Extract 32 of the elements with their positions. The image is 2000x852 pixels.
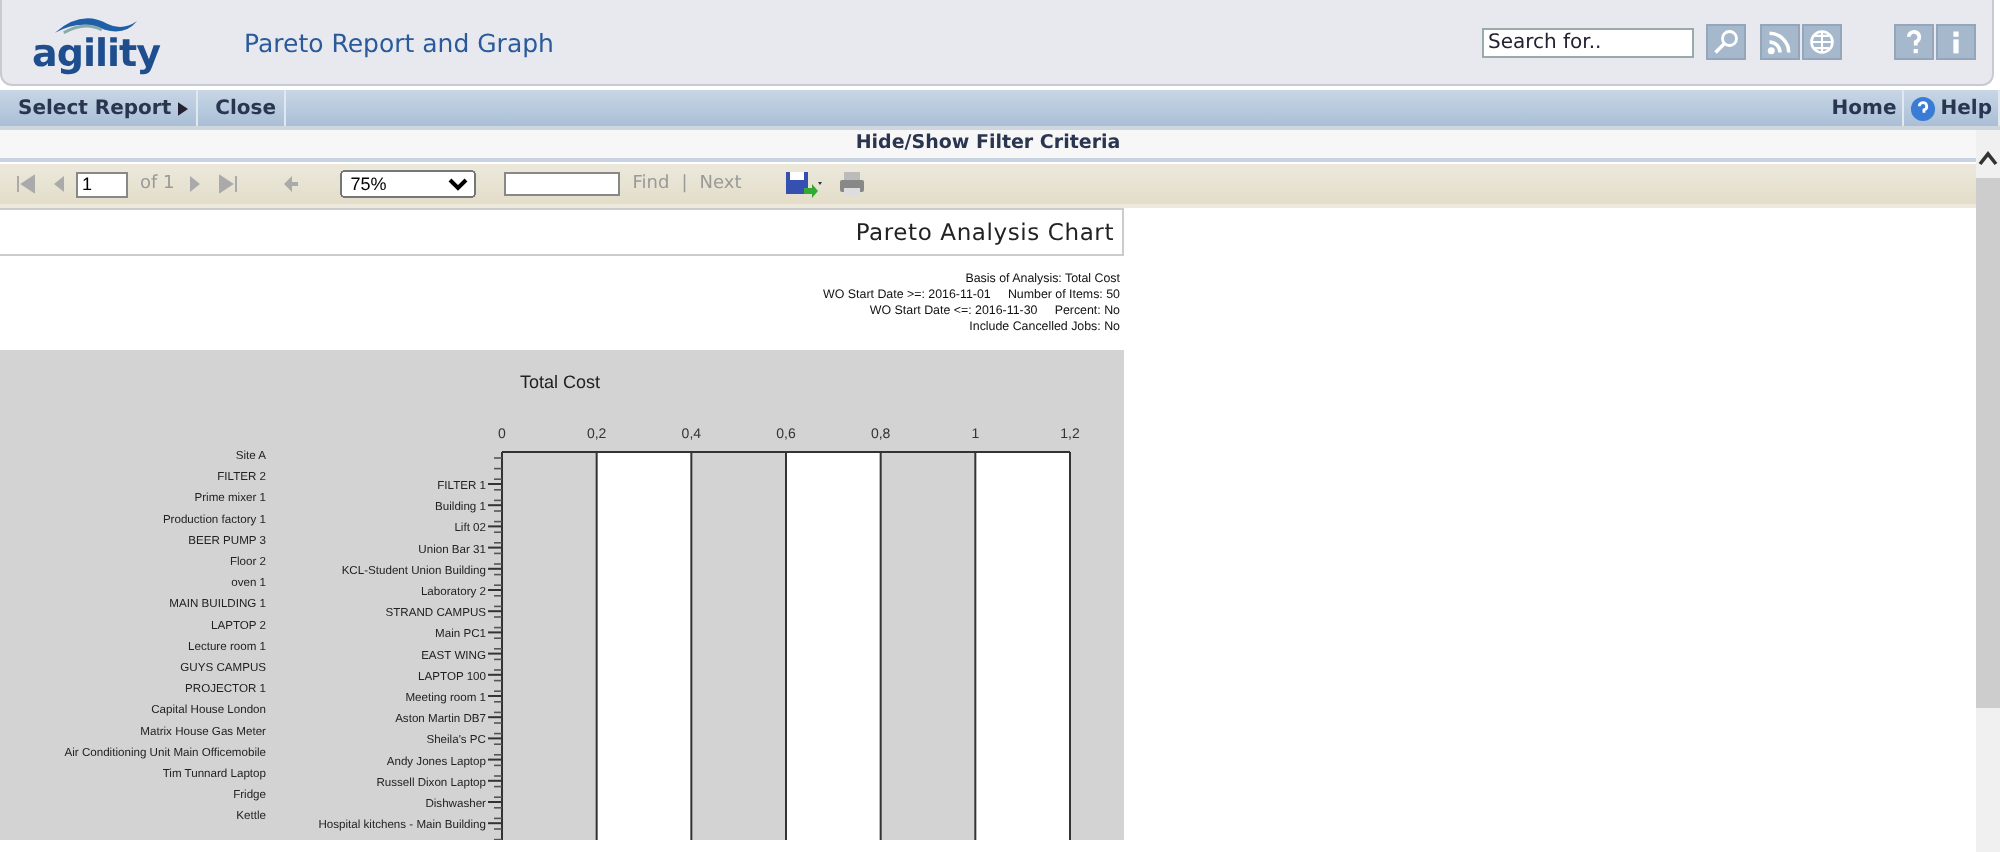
search-field[interactable]: Search for..	[1482, 27, 1694, 57]
report-title: Pareto Analysis Chart	[0, 208, 1124, 256]
menu-item[interactable]: Help	[1904, 90, 2000, 126]
globe-button[interactable]	[1802, 24, 1842, 60]
page-count: of 1	[140, 174, 175, 194]
menu-item[interactable]: Select Report	[0, 90, 198, 126]
filter-toggle[interactable]: Hide/Show Filter Criteria	[0, 130, 1976, 162]
search-button[interactable]	[1706, 24, 1746, 60]
page-title: Pareto Report and Graph	[244, 27, 554, 57]
page-field[interactable]: 1	[76, 171, 128, 197]
help-icon	[1910, 95, 1937, 121]
menu-item[interactable]: Home	[1825, 90, 1905, 126]
rss-icon	[1766, 28, 1794, 56]
wave-icon	[52, 12, 140, 36]
separator: |	[681, 174, 688, 194]
first-page-icon[interactable]	[16, 174, 36, 194]
help-button[interactable]	[1894, 24, 1934, 60]
print-icon[interactable]	[837, 170, 866, 198]
zoom-dropdown[interactable]: 75%	[340, 170, 477, 198]
submenu-arrow-icon	[177, 101, 188, 115]
info-button[interactable]	[1936, 24, 1976, 60]
scroll-up-icon[interactable]	[1978, 150, 1998, 166]
globe-icon	[1808, 28, 1836, 56]
back-icon[interactable]	[280, 174, 301, 194]
find-field[interactable]	[504, 172, 621, 196]
search-icon	[1712, 28, 1740, 56]
chart-title: Total Cost	[519, 372, 601, 392]
last-page-icon[interactable]	[218, 174, 239, 194]
menu-item[interactable]: Close	[197, 90, 286, 126]
rss-button[interactable]	[1760, 24, 1800, 60]
export-icon[interactable]	[785, 170, 826, 198]
scrollbar[interactable]	[1976, 130, 2000, 852]
